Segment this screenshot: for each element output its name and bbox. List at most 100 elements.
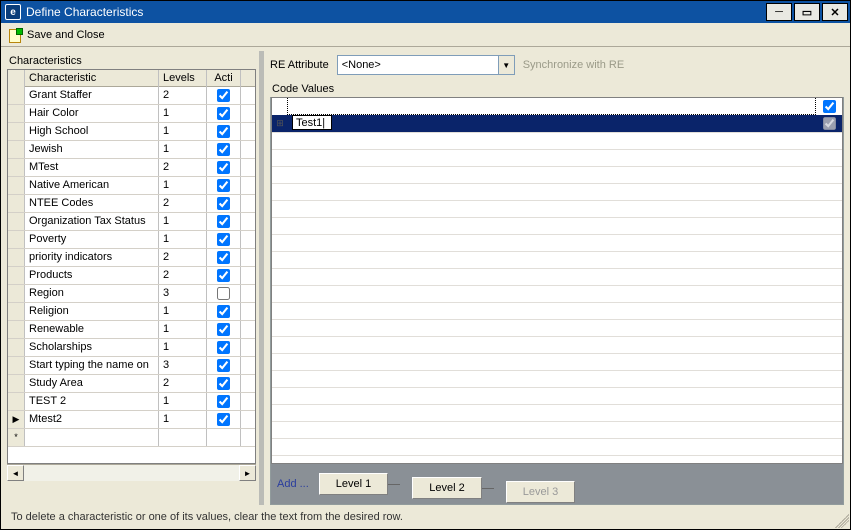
characteristic-name-cell[interactable]: Hair Color [25,105,159,122]
col-name-header[interactable]: Characteristic [25,70,159,87]
levels-cell[interactable]: 1 [159,411,207,428]
levels-cell[interactable]: 2 [159,249,207,266]
table-row[interactable]: ▶Mtest21 [8,411,255,429]
table-row[interactable]: Products2 [8,267,255,285]
chevron-down-icon[interactable]: ▼ [498,56,514,74]
levels-cell[interactable]: 2 [159,267,207,284]
table-row[interactable]: Organization Tax Status1 [8,213,255,231]
active-cell[interactable] [207,231,241,248]
active-cell[interactable] [207,87,241,104]
characteristic-name-cell[interactable]: Study Area [25,375,159,392]
table-row[interactable]: Jewish1 [8,141,255,159]
active-cell[interactable] [207,195,241,212]
code-value-checkbox[interactable] [823,100,836,113]
levels-cell[interactable]: 2 [159,375,207,392]
levels-cell[interactable]: 1 [159,339,207,356]
characteristic-name-cell[interactable] [25,429,159,446]
table-row[interactable]: Start typing the name on3 [8,357,255,375]
code-value-check-cell[interactable] [816,115,842,132]
characteristic-name-cell[interactable]: Start typing the name on [25,357,159,374]
scroll-left-button[interactable]: ◄ [7,465,24,481]
table-row[interactable]: Scholarships1 [8,339,255,357]
table-row[interactable]: High School1 [8,123,255,141]
active-checkbox[interactable] [217,359,230,372]
level-1-button[interactable]: Level 1 [319,473,388,495]
active-checkbox[interactable] [217,161,230,174]
active-checkbox[interactable] [217,413,230,426]
active-cell[interactable] [207,159,241,176]
active-checkbox[interactable] [217,395,230,408]
code-value-cell[interactable] [287,97,816,115]
active-cell[interactable] [207,141,241,158]
horizontal-scrollbar[interactable]: ◄ ► [7,464,256,481]
active-cell[interactable] [207,339,241,356]
levels-cell[interactable]: 3 [159,285,207,302]
levels-cell[interactable]: 1 [159,393,207,410]
close-button[interactable]: ✕ [822,3,848,21]
characteristic-name-cell[interactable]: Renewable [25,321,159,338]
active-cell[interactable] [207,123,241,140]
active-cell[interactable] [207,177,241,194]
table-row[interactable]: Poverty1 [8,231,255,249]
active-cell[interactable] [207,267,241,284]
table-row[interactable]: Native American1 [8,177,255,195]
characteristic-name-cell[interactable]: Region [25,285,159,302]
active-cell[interactable] [207,303,241,320]
active-checkbox[interactable] [217,215,230,228]
table-row[interactable]: priority indicators2 [8,249,255,267]
col-marker-header[interactable] [8,70,25,87]
characteristic-name-cell[interactable]: Mtest2 [25,411,159,428]
levels-cell[interactable]: 3 [159,357,207,374]
table-row[interactable]: MTest2 [8,159,255,177]
levels-cell[interactable] [159,429,207,446]
active-cell[interactable] [207,393,241,410]
characteristic-name-cell[interactable]: Religion [25,303,159,320]
active-cell[interactable] [207,429,241,446]
table-row[interactable]: Hair Color1 [8,105,255,123]
characteristic-name-cell[interactable]: Jewish [25,141,159,158]
active-checkbox[interactable] [217,233,230,246]
levels-cell[interactable]: 1 [159,213,207,230]
levels-cell[interactable]: 1 [159,321,207,338]
active-checkbox[interactable] [217,377,230,390]
table-row[interactable]: Religion1 [8,303,255,321]
resize-grip[interactable] [835,514,849,528]
code-value-cell[interactable]: Test1| [288,115,816,132]
minimize-button[interactable]: ─ [766,3,792,21]
levels-cell[interactable]: 1 [159,141,207,158]
table-row[interactable]: NTEE Codes2 [8,195,255,213]
new-row[interactable]: * [8,429,255,447]
active-cell[interactable] [207,375,241,392]
active-cell[interactable] [207,411,241,428]
level-2-button[interactable]: Level 2 [412,477,481,499]
levels-cell[interactable]: 1 [159,303,207,320]
levels-cell[interactable]: 2 [159,195,207,212]
active-checkbox[interactable] [217,107,230,120]
characteristic-name-cell[interactable]: NTEE Codes [25,195,159,212]
table-row[interactable]: Region3 [8,285,255,303]
active-cell[interactable] [207,249,241,266]
code-value-row[interactable]: ⊞Test1| [272,115,842,132]
levels-cell[interactable]: 1 [159,177,207,194]
code-value-row[interactable] [272,98,842,115]
active-checkbox[interactable] [217,287,230,300]
code-value-checkbox[interactable] [823,117,836,130]
active-checkbox[interactable] [217,251,230,264]
levels-cell[interactable]: 1 [159,105,207,122]
active-cell[interactable] [207,321,241,338]
characteristic-name-cell[interactable]: Poverty [25,231,159,248]
table-row[interactable]: Study Area2 [8,375,255,393]
characteristic-name-cell[interactable]: TEST 2 [25,393,159,410]
characteristic-name-cell[interactable]: Organization Tax Status [25,213,159,230]
col-active-header[interactable]: Acti [207,70,241,87]
active-cell[interactable] [207,105,241,122]
code-value-check-cell[interactable] [816,98,842,115]
active-checkbox[interactable] [217,323,230,336]
levels-cell[interactable]: 2 [159,159,207,176]
characteristic-name-cell[interactable]: Products [25,267,159,284]
levels-cell[interactable]: 2 [159,87,207,104]
active-cell[interactable] [207,285,241,302]
characteristic-name-cell[interactable]: Grant Staffer [25,87,159,104]
table-row[interactable]: TEST 21 [8,393,255,411]
scroll-track[interactable] [24,465,239,481]
